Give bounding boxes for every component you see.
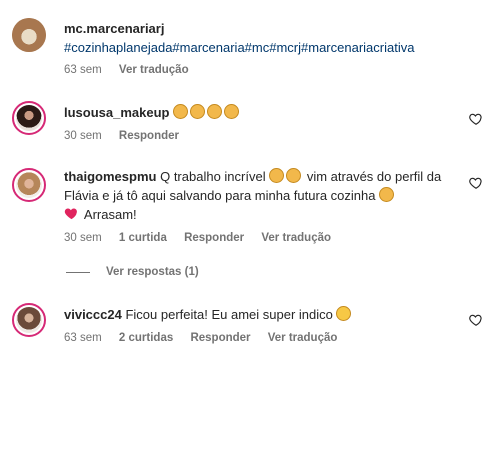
timestamp: 63 sem: [64, 64, 102, 76]
raised-hands-emoji: [379, 187, 396, 203]
reply-button[interactable]: Responder: [184, 232, 244, 244]
comment-text: Ficou perfeita! Eu amei super indico: [125, 307, 333, 322]
comment-meta: 63 sem 2 curtidas Responder Ver tradução: [64, 332, 351, 344]
caption-meta: 63 sem Ver tradução: [64, 64, 203, 76]
view-replies-button[interactable]: Ver respostas (1): [66, 266, 199, 278]
timestamp: 63 sem: [64, 332, 102, 344]
comment-body: thaigomespmu Q trabalho incrível vim atr…: [64, 167, 459, 224]
heart-icon[interactable]: [469, 112, 483, 126]
avatar[interactable]: [12, 303, 46, 337]
clapping-hands-emoji: [173, 104, 241, 120]
comment-body: lusousa_makeup: [64, 103, 459, 122]
avatar[interactable]: [12, 101, 46, 135]
translate-link[interactable]: Ver tradução: [261, 232, 331, 244]
comment-text-3: Arrasam!: [83, 207, 137, 222]
divider: [66, 271, 90, 273]
likes-count[interactable]: 2 curtidas: [119, 332, 173, 344]
clapping-hands-emoji: [269, 168, 303, 184]
comment-meta: 30 sem Responder: [64, 130, 193, 142]
heart-icon[interactable]: [469, 313, 483, 327]
heart-eyes-emoji: [336, 306, 353, 322]
comment-meta: 30 sem 1 curtida Responder Ver tradução: [64, 232, 345, 244]
red-heart-emoji: [64, 208, 77, 220]
caption-hashtags[interactable]: #cozinhaplanejada#marcenaria#mc#mcrj#mar…: [64, 38, 459, 57]
timestamp: 30 sem: [64, 232, 102, 244]
reply-button[interactable]: Responder: [119, 130, 179, 142]
avatar[interactable]: [12, 18, 46, 52]
likes-count[interactable]: 1 curtida: [119, 232, 167, 244]
comment-username[interactable]: lusousa_makeup: [64, 105, 170, 120]
comment-username[interactable]: viviccc24: [64, 307, 122, 322]
caption-username[interactable]: mc.marcenariarj: [64, 19, 459, 38]
view-replies-label[interactable]: Ver respostas (1): [106, 266, 199, 278]
timestamp: 30 sem: [64, 130, 102, 142]
translate-link[interactable]: Ver tradução: [119, 64, 189, 76]
comment-username[interactable]: thaigomespmu: [64, 169, 156, 184]
comment-text-1: Q trabalho incrível: [160, 169, 266, 184]
translate-link[interactable]: Ver tradução: [268, 332, 338, 344]
avatar[interactable]: [12, 168, 46, 202]
caption-body: mc.marcenariarj #cozinhaplanejada#marcen…: [64, 19, 459, 57]
comment-body: viviccc24 Ficou perfeita! Eu amei super …: [64, 305, 459, 324]
heart-icon[interactable]: [469, 176, 483, 190]
reply-button[interactable]: Responder: [190, 332, 250, 344]
